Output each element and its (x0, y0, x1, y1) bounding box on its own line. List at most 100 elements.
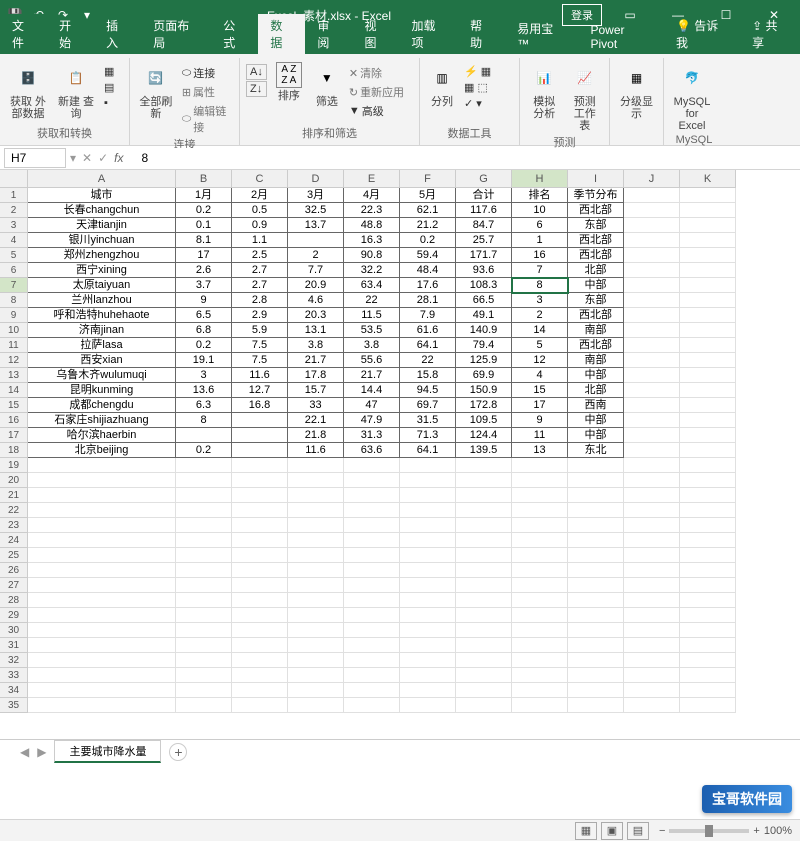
formula-input[interactable] (136, 148, 800, 168)
column-header[interactable]: J (624, 170, 680, 188)
cell[interactable] (624, 443, 680, 458)
cell[interactable] (28, 458, 176, 473)
cell[interactable]: 6 (512, 218, 568, 233)
cell[interactable]: 中部 (568, 278, 624, 293)
cell[interactable] (28, 683, 176, 698)
cell[interactable] (456, 623, 512, 638)
cell[interactable] (176, 668, 232, 683)
cell[interactable] (512, 653, 568, 668)
cell[interactable] (288, 473, 344, 488)
cell[interactable]: 28.1 (400, 293, 456, 308)
cell[interactable]: 5 (512, 338, 568, 353)
cell[interactable] (288, 653, 344, 668)
cell[interactable] (512, 518, 568, 533)
cell[interactable] (344, 668, 400, 683)
cell[interactable] (28, 473, 176, 488)
tab-文件[interactable]: 文件 (0, 14, 47, 54)
cell[interactable] (456, 563, 512, 578)
cell[interactable]: 东部 (568, 293, 624, 308)
mysql-button[interactable]: 🐬 MySQL for Excel (670, 60, 714, 134)
cell[interactable]: 5.9 (232, 323, 288, 338)
cell[interactable] (176, 533, 232, 548)
cell[interactable] (568, 503, 624, 518)
cell[interactable] (400, 473, 456, 488)
cell[interactable] (512, 578, 568, 593)
tab-视图[interactable]: 视图 (352, 14, 399, 54)
cell[interactable] (512, 698, 568, 713)
cell[interactable]: 2.7 (232, 278, 288, 293)
cell[interactable]: 中部 (568, 428, 624, 443)
row-header[interactable]: 16 (0, 413, 28, 428)
cell[interactable] (624, 383, 680, 398)
cell[interactable]: 7.9 (400, 308, 456, 323)
cell[interactable] (288, 503, 344, 518)
cell[interactable] (624, 293, 680, 308)
cell[interactable]: 79.4 (456, 338, 512, 353)
cell[interactable] (28, 548, 176, 563)
cell[interactable] (568, 518, 624, 533)
cell[interactable] (288, 668, 344, 683)
cell[interactable]: 32.2 (344, 263, 400, 278)
cell[interactable] (400, 518, 456, 533)
cell[interactable] (456, 548, 512, 563)
cell[interactable] (568, 488, 624, 503)
cell[interactable]: 69.9 (456, 368, 512, 383)
cell[interactable] (624, 458, 680, 473)
cell[interactable] (176, 578, 232, 593)
cell[interactable]: 合计 (456, 188, 512, 203)
cell[interactable] (176, 548, 232, 563)
cell[interactable] (176, 518, 232, 533)
cell[interactable] (232, 518, 288, 533)
cell[interactable]: 22 (400, 353, 456, 368)
cell[interactable]: 西北部 (568, 308, 624, 323)
cell[interactable] (400, 653, 456, 668)
cell[interactable] (176, 593, 232, 608)
sort-button[interactable]: A ZZ A 排序 (271, 60, 307, 104)
cell[interactable] (28, 503, 176, 518)
cell[interactable] (680, 353, 736, 368)
properties-button[interactable]: ⊞ 属性 (180, 83, 233, 101)
cell[interactable]: 9 (176, 293, 232, 308)
tab-加载项[interactable]: 加载项 (400, 14, 459, 54)
what-if-button[interactable]: 📊 模拟分析 (526, 60, 563, 122)
cell[interactable]: 2月 (232, 188, 288, 203)
cell[interactable] (624, 533, 680, 548)
cell[interactable]: 南部 (568, 353, 624, 368)
row-header[interactable]: 1 (0, 188, 28, 203)
cell[interactable] (176, 683, 232, 698)
cell[interactable] (680, 443, 736, 458)
enter-formula-icon[interactable]: ✓ (98, 151, 108, 165)
cell[interactable] (624, 218, 680, 233)
cell[interactable] (344, 698, 400, 713)
cell[interactable]: 乌鲁木齐wulumuqi (28, 368, 176, 383)
row-header[interactable]: 28 (0, 593, 28, 608)
cell[interactable] (680, 533, 736, 548)
cell[interactable]: 兰州lanzhou (28, 293, 176, 308)
cell[interactable]: 西北部 (568, 203, 624, 218)
cell[interactable] (232, 533, 288, 548)
cell[interactable]: 16 (512, 248, 568, 263)
cell[interactable]: 季节分布 (568, 188, 624, 203)
cell[interactable]: 90.8 (344, 248, 400, 263)
cell[interactable]: 21.8 (288, 428, 344, 443)
row-header[interactable]: 21 (0, 488, 28, 503)
cell[interactable]: 7 (512, 263, 568, 278)
cell[interactable] (344, 548, 400, 563)
cell[interactable] (624, 593, 680, 608)
cell[interactable]: 139.5 (456, 443, 512, 458)
cell[interactable]: 西宁xining (28, 263, 176, 278)
column-header[interactable]: I (568, 170, 624, 188)
cell[interactable] (400, 548, 456, 563)
cell[interactable] (680, 548, 736, 563)
cell[interactable] (624, 398, 680, 413)
select-all-corner[interactable] (0, 170, 28, 188)
zoom-level[interactable]: 100% (764, 825, 792, 837)
cell[interactable] (176, 608, 232, 623)
cell[interactable]: 城市 (28, 188, 176, 203)
filter-button[interactable]: ▼ 筛选 (311, 60, 343, 110)
cell[interactable]: 7.5 (232, 353, 288, 368)
cell[interactable]: 11.6 (232, 368, 288, 383)
cell[interactable] (680, 473, 736, 488)
cell[interactable] (344, 473, 400, 488)
cell[interactable]: 15.7 (288, 383, 344, 398)
